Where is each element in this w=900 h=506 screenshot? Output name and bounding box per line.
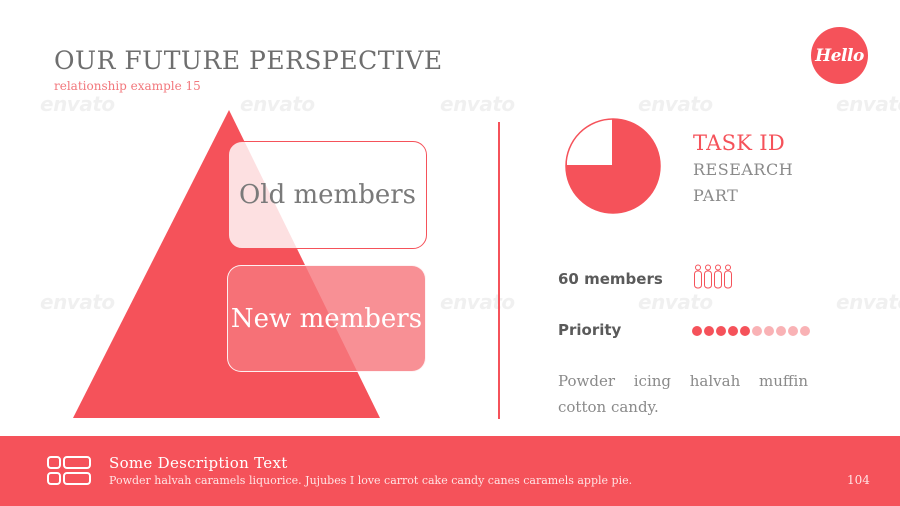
task-id-title: TASK ID [693, 131, 786, 155]
task-description: Powder icing halvah muffin cotton candy. [558, 372, 808, 416]
priority-dot-filled [692, 326, 702, 336]
new-members-box: New members [227, 265, 426, 372]
task-line-research: RESEARCH [693, 160, 794, 179]
priority-dot-filled [740, 326, 750, 336]
old-members-box: Old members [228, 141, 427, 249]
priority-dot-empty [752, 326, 762, 336]
priority-dot-filled [716, 326, 726, 336]
pyramid-shape [73, 110, 380, 418]
priority-dot-empty [776, 326, 786, 336]
priority-dot-filled [728, 326, 738, 336]
progress-pie-icon [565, 118, 661, 214]
person-icon [704, 264, 712, 289]
priority-dot-filled [704, 326, 714, 336]
footer-bar: Some Description Text Powder halvah cara… [0, 436, 900, 506]
person-icon [724, 264, 732, 289]
priority-dot-empty [800, 326, 810, 336]
list-layout-icon [47, 456, 91, 485]
new-members-label: New members [230, 303, 423, 334]
task-line-part: PART [693, 186, 739, 205]
person-icon [714, 264, 722, 289]
footer-description: Powder halvah caramels liquorice. Jujube… [109, 474, 633, 487]
priority-dot-empty [764, 326, 774, 336]
priority-label: Priority [558, 321, 622, 339]
priority-rating [692, 326, 810, 336]
priority-dot-empty [788, 326, 798, 336]
people-icon [694, 264, 732, 289]
page-number: 104 [847, 473, 870, 487]
vertical-divider [498, 122, 500, 419]
footer-title: Some Description Text [109, 454, 288, 472]
members-count-label: 60 members [558, 270, 663, 288]
old-members-label: Old members [238, 180, 417, 210]
person-icon [694, 264, 702, 289]
